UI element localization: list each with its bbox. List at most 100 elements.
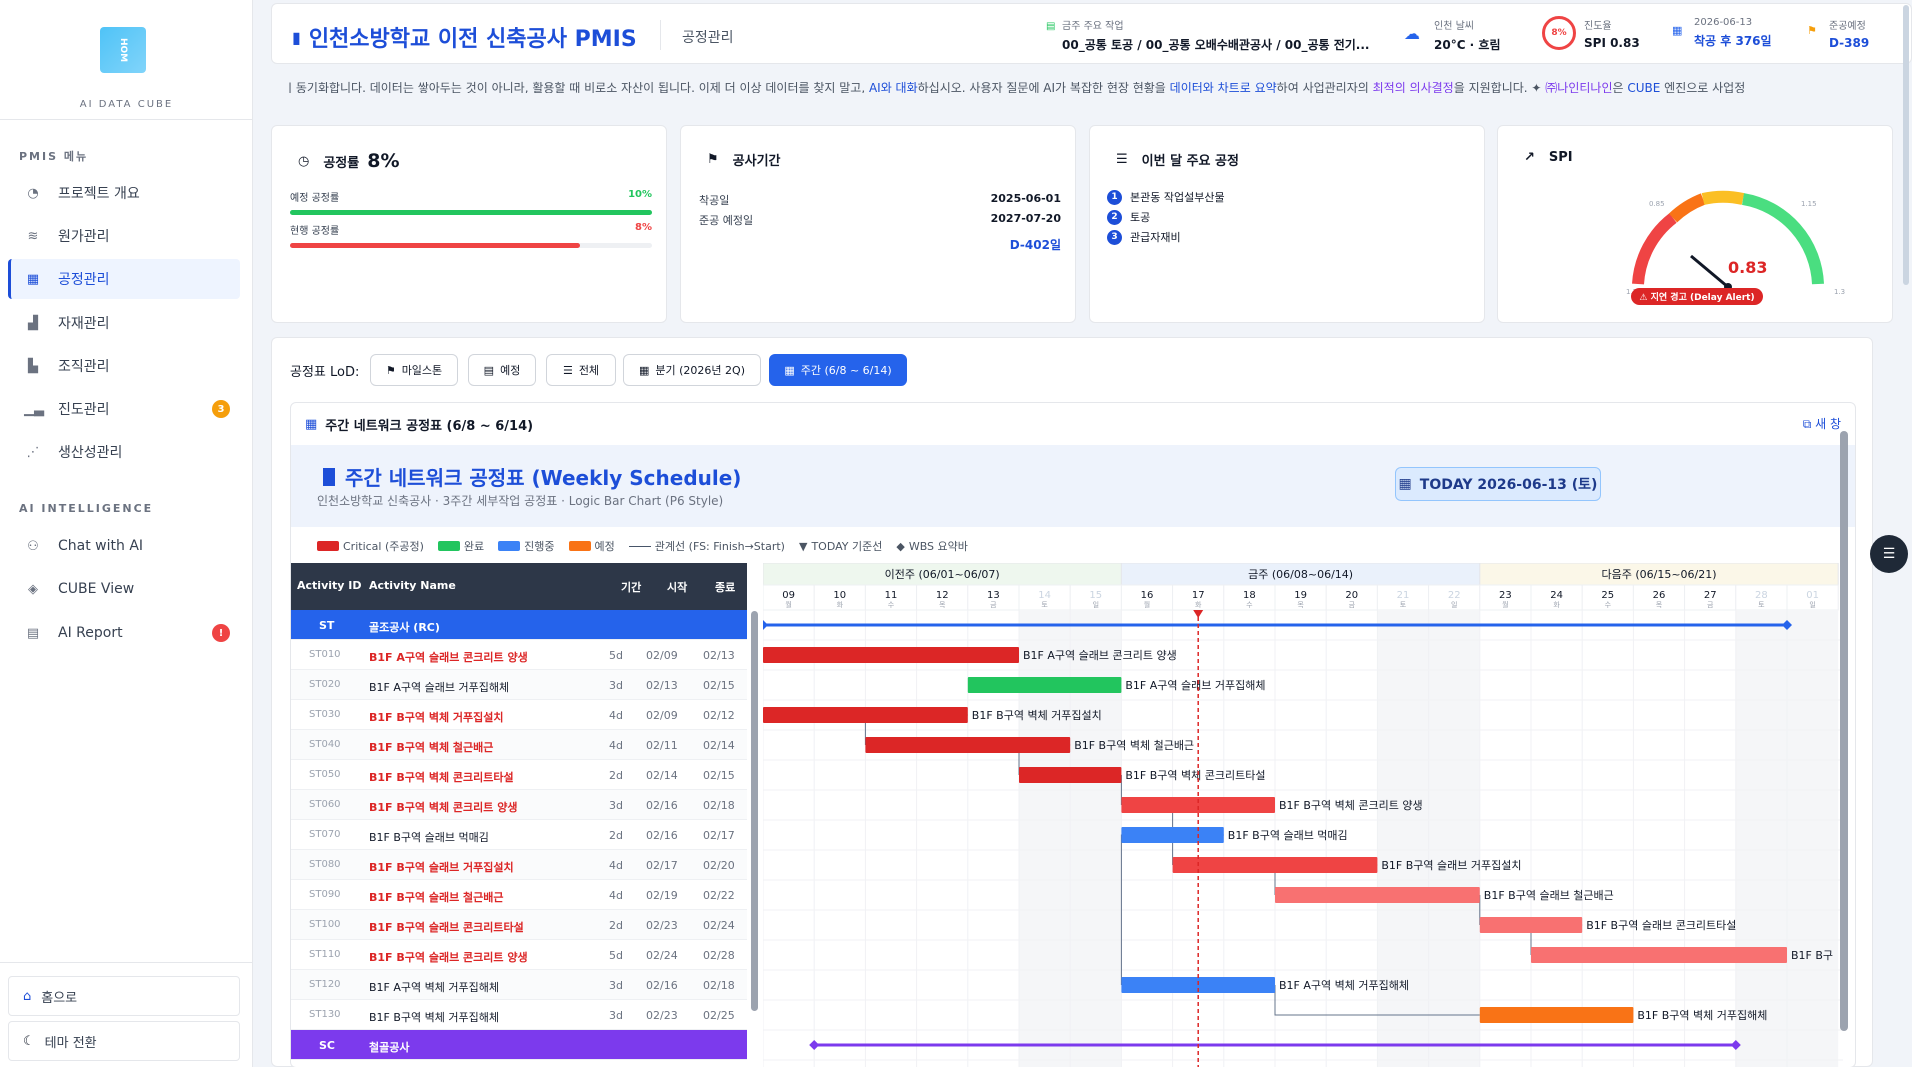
row-name: B1F B구역 벽체 거푸집해체	[369, 1011, 499, 1024]
sidebar-item-progress[interactable]: ▁▃ 진도관리 3	[8, 389, 240, 429]
wbs-group-row[interactable]: SC 철골공사	[291, 1030, 747, 1060]
row-duration: 3d	[609, 979, 623, 992]
logo-text: AI DATA CUBE	[79, 99, 174, 110]
ticker-text: 하십시오. 사용자 질문에 AI가 복잡한 현장 현황을	[917, 81, 1170, 93]
end-date-row: 준공 예정일 2027-07-20	[699, 212, 1061, 228]
activity-bar	[763, 647, 1019, 663]
sidebar-item-ai-report[interactable]: ▤ AI Report!	[8, 613, 240, 653]
sidebar-item-chat-ai[interactable]: ⚇ Chat with AI	[8, 526, 240, 566]
lod-milestone-button[interactable]: ⚑ 마일스톤	[370, 354, 458, 386]
sidebar-item-cost[interactable]: ≋ 원가관리	[8, 216, 240, 256]
activity-bar-label: B1F A구역 슬래브 콘크리트 양생	[1023, 649, 1177, 662]
scrollbar-thumb[interactable]	[1903, 5, 1909, 285]
row-name: 철골공사	[369, 1041, 410, 1054]
schedule-title: 주간 네트워크 공정표 (Weekly Schedule)	[323, 462, 741, 491]
calendar-icon: ▦	[639, 363, 650, 377]
row-end: 02/15	[703, 769, 735, 782]
row-name: 골조공사 (RC)	[369, 621, 440, 634]
table-row[interactable]: ST020 B1F A구역 슬래브 거푸집해체 3d 02/13 02/15	[291, 670, 747, 700]
day-number-tick: 27	[1704, 590, 1717, 601]
scrollbar-thumb[interactable]	[1840, 431, 1848, 1031]
activity-bar	[1531, 947, 1787, 963]
gauge-icon: ◔	[27, 185, 39, 201]
table-row[interactable]: ST090 B1F B구역 슬래브 철근배근 4d 02/19 02/22	[291, 880, 747, 910]
row-start: 02/11	[646, 739, 678, 752]
table-row[interactable]: ST070 B1F B구역 슬래브 먹매김 2d 02/16 02/17	[291, 820, 747, 850]
theme-label: 테마 전환	[44, 1035, 97, 1051]
ticker-highlight: 데이터와 차트로 요약	[1169, 81, 1277, 93]
activity-bar	[1121, 827, 1224, 843]
today-button[interactable]: ▦ TODAY 2026-06-13 (토)	[1395, 467, 1601, 501]
table-row[interactable]: ST110 B1F B구역 슬래브 콘크리트 양생 5d 02/24 02/28	[291, 940, 747, 970]
row-id: ST130	[309, 1009, 341, 1020]
activity-bar-label: B1F A구역 슬래브 거푸집해체	[1125, 678, 1265, 692]
activity-bar-label: B1F B구역 벽체 콘크리트 양생	[1279, 799, 1423, 812]
table-row[interactable]: ST040 B1F B구역 벽체 철근배근 4d 02/11 02/14	[291, 730, 747, 760]
row-start: 02/09	[646, 649, 678, 662]
theme-toggle-button[interactable]: ☾ 테마 전환	[8, 1021, 240, 1061]
new-window-link[interactable]: ⧉ 새 창	[1803, 415, 1841, 432]
page-scrollbar[interactable]	[1900, 0, 1912, 1067]
progress-ring: 8%	[1542, 16, 1576, 50]
date-label: 2026-06-13	[1694, 17, 1753, 28]
sidebar-item-label: Chat with AI	[58, 538, 144, 554]
sidebar-item-schedule[interactable]: ▦ 공정관리	[8, 259, 240, 299]
top-header: ▮ 인천소방학교 이전 신축공사 PMIS 공정관리 ▤ 금주 주요 작업 00_공…	[271, 3, 1912, 64]
day-number-tick: 20	[1345, 590, 1358, 601]
day-weekday-tick: 화	[837, 601, 844, 609]
ticker-highlight: 최적의 의사결정	[1372, 81, 1454, 93]
day-weekday-tick: 토	[1758, 601, 1765, 609]
logo[interactable]: HOM	[100, 27, 146, 73]
moon-icon: ☾	[23, 1033, 35, 1049]
table-row[interactable]: ST130 B1F B구역 벽체 거푸집해체 3d 02/23 02/25	[291, 1000, 747, 1030]
new-window-label: 새 창	[1815, 417, 1841, 431]
start-label: 착공일	[699, 194, 730, 207]
start-date-row: 착공일 2025-06-01	[699, 192, 1061, 208]
legend-swatch	[437, 541, 460, 551]
day-number-tick: 22	[1448, 590, 1461, 601]
lod-planned-button[interactable]: ▤ 예정	[468, 354, 536, 386]
column-header-duration: 기간	[621, 581, 642, 594]
planned-progress: 예정 공정률 10%	[290, 189, 652, 215]
row-id: ST090	[309, 889, 341, 900]
calendar-icon: ▦	[784, 363, 795, 377]
weather-info: ☁ 인천 날씨 20°C · 흐림	[1404, 17, 1501, 53]
row-end: 02/24	[703, 919, 735, 932]
table-row[interactable]: ST010 B1F A구역 슬래브 콘크리트 양생 5d 02/09 02/13	[291, 640, 747, 670]
today-label: TODAY 2026-06-13 (토)	[1419, 477, 1598, 493]
spi-card: ↗ SPI 0.83 1.70 0.85 1.15 1.3 ⚠ 지연 경고 (De…	[1497, 125, 1893, 323]
home-icon: ⌂	[23, 988, 32, 1004]
inner-scrollbar[interactable]	[1840, 417, 1848, 1057]
completion-value: D-389	[1829, 36, 1870, 50]
sidebar-item-cube-view[interactable]: ◈ CUBE View	[8, 569, 240, 609]
home-button[interactable]: ⌂ 홈으로	[8, 976, 240, 1016]
table-row[interactable]: ST120 B1F A구역 벽체 거푸집해체 3d 02/16 02/18	[291, 970, 747, 1000]
lod-week-button[interactable]: ▦ 주간 (6/8 ~ 6/14)	[769, 354, 907, 386]
sidebar-item-overview[interactable]: ◔ 프로젝트 개요	[8, 173, 240, 213]
lod-quarter-button[interactable]: ▦ 분기 (2026년 2Q)	[623, 354, 761, 386]
sidebar-item-organization[interactable]: ▙ 조직관리	[8, 346, 240, 386]
wbs-group-row[interactable]: ST 골조공사 (RC)	[291, 610, 747, 640]
day-number-tick: 12	[936, 590, 949, 601]
lod-label: 공정표 LoD:	[290, 365, 360, 380]
sidebar-item-material[interactable]: ▟ 자재관리	[8, 303, 240, 343]
table-row[interactable]: ST080 B1F B구역 슬래브 거푸집설치 4d 02/17 02/20	[291, 850, 747, 880]
row-duration: 2d	[609, 829, 623, 842]
sidebar-item-productivity[interactable]: ⋰ 생산성관리	[8, 432, 240, 472]
list-item: 1 본관동 작업설부산물	[1107, 189, 1225, 205]
divider	[0, 119, 253, 120]
table-row[interactable]: ST050 B1F B구역 벽체 콘크리트타설 2d 02/14 02/15	[291, 760, 747, 790]
table-scrollbar[interactable]	[751, 611, 758, 1011]
actual-value: 8%	[635, 222, 652, 233]
day-number-tick: 13	[987, 590, 1000, 601]
legend-swatch	[498, 541, 521, 551]
row-end: 02/13	[703, 649, 735, 662]
table-row[interactable]: ST060 B1F B구역 벽체 콘크리트 양생 3d 02/16 02/18	[291, 790, 747, 820]
weekly-schedule-container: ▦ 주간 네트워크 공정표 (6/8 ~ 6/14) ⧉ 새 창 주간 네트워크 …	[290, 402, 1856, 1067]
table-row[interactable]: ST100 B1F B구역 슬래브 콘크리트타설 2d 02/23 02/24	[291, 910, 747, 940]
table-row[interactable]: ST030 B1F B구역 벽체 거푸집설치 4d 02/09 02/12	[291, 700, 747, 730]
lod-all-button[interactable]: ☰ 전체	[546, 354, 616, 386]
sidebar-item-label: CUBE View	[58, 581, 135, 597]
today-marker	[1193, 610, 1204, 618]
legend-label: TODAY 기준선	[811, 540, 883, 553]
